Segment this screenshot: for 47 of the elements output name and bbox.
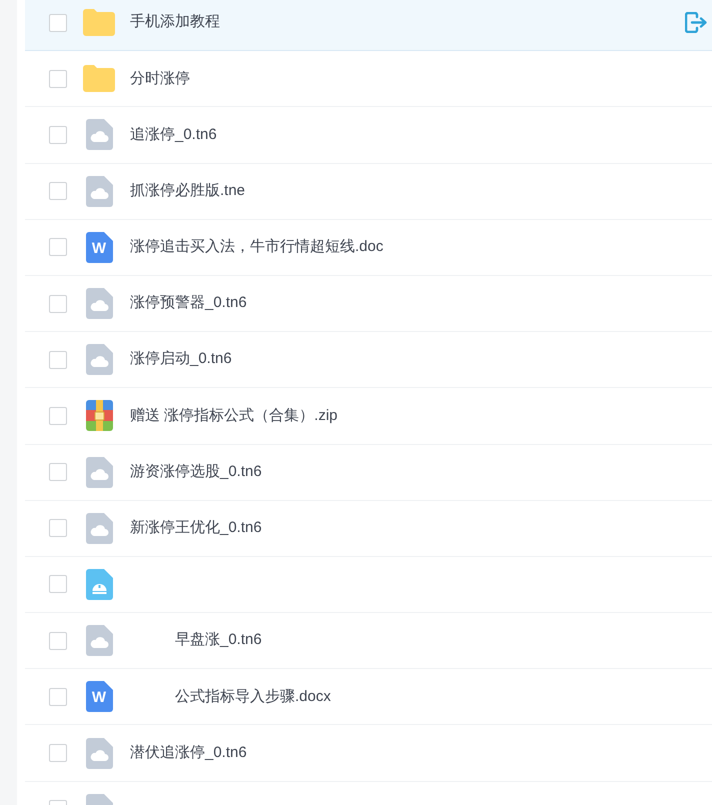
file-name[interactable]: 追涨停_0.tn6 bbox=[130, 124, 217, 146]
cloud-file-icon bbox=[86, 456, 112, 488]
exit-button[interactable] bbox=[684, 12, 708, 34]
folder-icon bbox=[83, 65, 115, 92]
cloud-file-icon bbox=[86, 625, 112, 656]
checkbox[interactable] bbox=[49, 70, 67, 88]
checkbox[interactable] bbox=[49, 406, 67, 425]
checkbox[interactable] bbox=[49, 350, 67, 369]
file-name[interactable]: 涨停追击买入法，牛市行情超短线.doc bbox=[130, 236, 384, 259]
word-document-icon: W bbox=[86, 681, 112, 712]
file-name[interactable]: 分时涨停 bbox=[130, 68, 190, 90]
checkbox[interactable] bbox=[49, 238, 67, 256]
file-name[interactable]: 新涨停王优化_0.tn6 bbox=[130, 517, 262, 540]
file-name[interactable]: 涨停启动_0.tn6 bbox=[130, 348, 232, 371]
file-row[interactable]: 抓涨停必胜版.tne bbox=[25, 164, 712, 220]
checkbox[interactable] bbox=[49, 519, 67, 538]
word-document-icon: W bbox=[86, 232, 112, 263]
file-name[interactable]: 抓涨停必胜版.tne bbox=[130, 180, 246, 202]
checkbox[interactable] bbox=[49, 463, 67, 482]
checkbox[interactable] bbox=[49, 575, 67, 594]
cloud-file-icon bbox=[86, 344, 112, 376]
cloud-file-icon bbox=[86, 176, 112, 207]
file-name[interactable]: 早盘涨_0.tn6 bbox=[175, 629, 262, 652]
checkbox[interactable] bbox=[49, 632, 67, 650]
checkbox[interactable] bbox=[49, 688, 67, 706]
folder-icon bbox=[83, 9, 115, 36]
file-icon bbox=[86, 568, 112, 600]
archive-icon bbox=[86, 400, 112, 432]
file-name[interactable]: 游资涨停选股_0.tn6 bbox=[130, 460, 262, 484]
checkbox[interactable] bbox=[49, 14, 67, 32]
file-row[interactable]: 游资涨停选股_0.tn6 bbox=[25, 444, 712, 501]
exit-icon bbox=[684, 12, 708, 34]
checkbox[interactable] bbox=[49, 744, 67, 762]
cloud-file-icon bbox=[86, 738, 112, 769]
file-row[interactable]: 新涨停王优化_0.tn6 bbox=[25, 500, 712, 557]
file-name[interactable]: 公式指标导入步骤.docx bbox=[175, 686, 331, 708]
file-name[interactable]: 手机添加教程 bbox=[130, 11, 220, 34]
file-name[interactable]: 涨停预警器_0.tn6 bbox=[130, 292, 247, 315]
file-row[interactable]: 手机添加教程 bbox=[25, 0, 712, 52]
file-name[interactable]: 潜伏追涨停_0.tn6 bbox=[130, 742, 247, 764]
file-name[interactable]: 赠送 涨停指标公式（合集）.zip bbox=[130, 404, 338, 428]
checkbox[interactable] bbox=[49, 294, 67, 313]
checkbox[interactable] bbox=[49, 182, 67, 200]
cloud-file-icon bbox=[86, 512, 112, 544]
cloud-file-icon bbox=[86, 288, 112, 320]
checkbox[interactable] bbox=[49, 126, 67, 144]
cloud-file-icon bbox=[86, 119, 112, 150]
